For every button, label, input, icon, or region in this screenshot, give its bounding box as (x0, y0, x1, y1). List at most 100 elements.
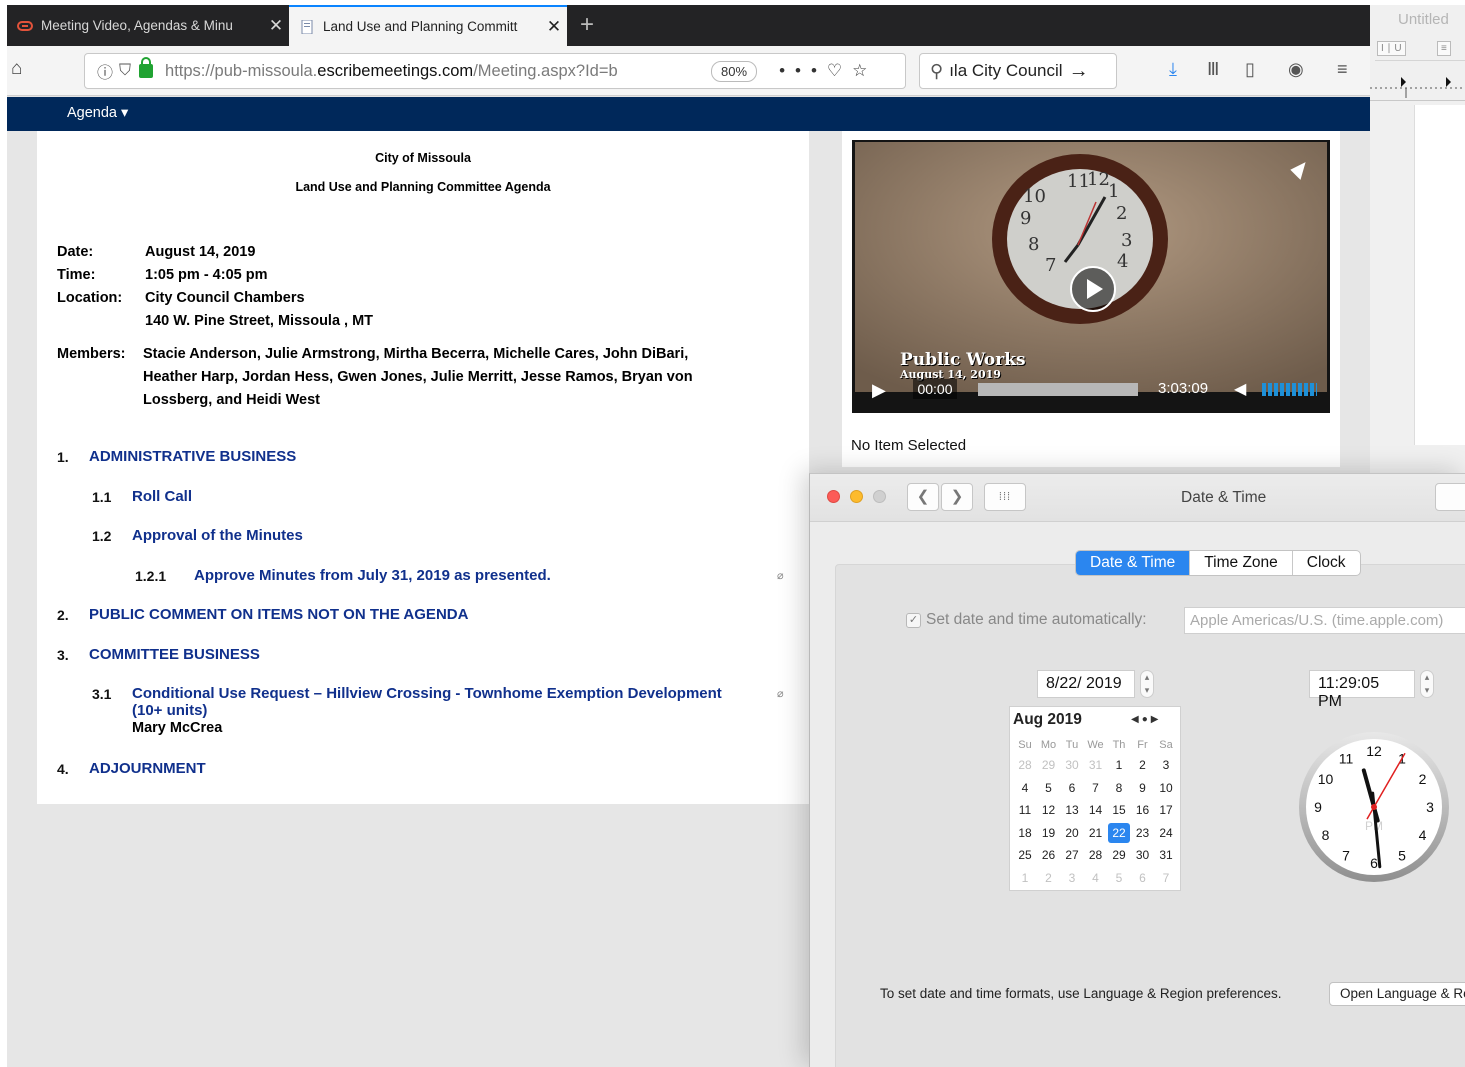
calendar-day[interactable]: 6 (1132, 868, 1154, 888)
forward-icon[interactable]: ❯ (941, 483, 973, 511)
date-field[interactable]: 8/22/ 2019 (1037, 670, 1135, 698)
calendar-day[interactable]: 28 (1085, 845, 1107, 865)
tab-date-time[interactable]: Date & Time (1076, 551, 1190, 575)
tab-land-use[interactable]: Land Use and Planning Committ ✕ (289, 5, 567, 46)
close-tab-icon[interactable]: ✕ (263, 16, 289, 36)
calendar[interactable]: Aug 2019 ◀●▶ Su Mo Tu We Th Fr Sa 28 29 30 31 1 2 3 4 5… (1009, 706, 1181, 891)
calendar-day[interactable]: 29 (1038, 755, 1060, 775)
calendar-day[interactable]: 30 (1061, 755, 1083, 775)
page-actions[interactable]: •••♡☆ (779, 61, 877, 81)
tab-time-zone[interactable]: Time Zone (1189, 551, 1292, 575)
calendar-day[interactable]: 30 (1132, 845, 1154, 865)
minimize-window-icon[interactable] (850, 490, 863, 503)
home-icon[interactable]: ⌂ (11, 58, 22, 80)
agenda-item-roll-call[interactable]: Roll Call (132, 488, 192, 505)
calendar-day[interactable]: 14 (1085, 800, 1107, 820)
download-icon[interactable]: ⤓ (1169, 59, 1177, 80)
calendar-day[interactable]: 1 (1108, 755, 1130, 775)
search-input[interactable]: ıla City Council (949, 61, 1062, 81)
play-icon[interactable]: ▶ (872, 380, 886, 401)
agenda-item-administrative-business[interactable]: ADMINISTRATIVE BUSINESS (89, 448, 296, 465)
account-icon[interactable]: ◉ (1288, 59, 1304, 80)
calendar-day[interactable]: 18 (1014, 823, 1036, 843)
close-window-icon[interactable] (827, 490, 840, 503)
tab-meeting-video[interactable]: Meeting Video, Agendas & Minu ✕ (7, 5, 289, 46)
sidebar-icon[interactable]: ▯ (1245, 59, 1255, 80)
video-progress-track[interactable] (978, 383, 1138, 396)
calendar-day[interactable]: 13 (1061, 800, 1083, 820)
calendar-day[interactable]: 8 (1108, 778, 1130, 798)
time-stepper-icon[interactable]: ▴ ▾ (1420, 670, 1434, 698)
attachment-icon[interactable]: ⌀ (777, 687, 784, 700)
calendar-day[interactable]: 11 (1014, 800, 1036, 820)
agenda-item-public-comment[interactable]: PUBLIC COMMENT ON ITEMS NOT ON THE AGEND… (89, 606, 468, 623)
agenda-item-committee-business[interactable]: COMMITTEE BUSINESS (89, 646, 260, 663)
calendar-day[interactable]: 3 (1061, 868, 1083, 888)
auto-set-checkbox[interactable]: ✓ (906, 612, 921, 628)
zoom-window-icon[interactable] (873, 490, 886, 503)
calendar-day[interactable]: 10 (1155, 778, 1177, 798)
calendar-day[interactable]: 1 (1014, 868, 1036, 888)
url-text[interactable]: https://pub-missoula.escribemeetings.com… (165, 62, 705, 81)
calendar-day[interactable]: 7 (1155, 868, 1177, 888)
calendar-day[interactable]: 26 (1038, 845, 1060, 865)
calendar-day[interactable]: 5 (1108, 868, 1130, 888)
search-bar[interactable]: ⚲ ıla City Council → (919, 53, 1117, 89)
calendar-day[interactable]: 28 (1014, 755, 1036, 775)
calendar-day[interactable]: 25 (1014, 845, 1036, 865)
calendar-day[interactable]: 6 (1061, 778, 1083, 798)
calendar-day[interactable]: 31 (1155, 845, 1177, 865)
show-all-grid-icon[interactable]: ⁞⁞⁞ (984, 483, 1026, 511)
library-icon[interactable]: Ⅲ (1207, 59, 1219, 80)
volume-slider[interactable] (1262, 383, 1317, 396)
zoom-badge[interactable]: 80% (711, 60, 758, 82)
calendar-day[interactable]: 4 (1014, 778, 1036, 798)
calendar-day[interactable]: 2 (1038, 868, 1060, 888)
calendar-day[interactable]: 2 (1132, 755, 1154, 775)
menu-icon[interactable]: ≡ (1337, 59, 1348, 80)
align-icon[interactable]: ≡ (1437, 41, 1451, 56)
open-language-button[interactable]: Open Language & Region... (1329, 982, 1465, 1006)
shield-icon[interactable]: ⛉ (119, 62, 131, 80)
calendar-day[interactable]: 4 (1085, 868, 1107, 888)
calendar-day[interactable]: 7 (1085, 778, 1107, 798)
volume-icon[interactable]: ◀ (1234, 379, 1246, 399)
calendar-day[interactable]: 3 (1155, 755, 1177, 775)
back-icon[interactable]: ❮ (907, 483, 939, 511)
agenda-item-conditional-use-cont[interactable]: (10+ units) (132, 702, 207, 719)
calendar-day[interactable]: 22 (1108, 822, 1130, 843)
calendar-day[interactable]: 19 (1038, 823, 1060, 843)
italic-icon[interactable]: I ∣ U (1377, 41, 1406, 56)
go-arrow-icon[interactable]: → (1069, 60, 1089, 83)
calendar-day[interactable]: 12 (1038, 800, 1060, 820)
calendar-day[interactable]: 20 (1061, 823, 1083, 843)
agenda-item-adjournment[interactable]: ADJOURNMENT (89, 760, 206, 777)
calendar-day[interactable]: 23 (1132, 823, 1154, 843)
new-tab-icon[interactable]: + (580, 11, 594, 39)
calendar-day[interactable]: 21 (1085, 823, 1107, 843)
calendar-day[interactable]: 9 (1132, 778, 1154, 798)
time-field[interactable]: 11:29:05 PM (1309, 670, 1415, 710)
calendar-day[interactable]: 24 (1155, 823, 1177, 843)
agenda-item-approve-minutes[interactable]: Approve Minutes from July 31, 2019 as pr… (194, 567, 551, 584)
close-tab-icon[interactable]: ✕ (541, 17, 567, 37)
date-stepper-icon[interactable]: ▴ ▾ (1140, 670, 1154, 698)
tab-clock[interactable]: Clock (1291, 551, 1360, 575)
calendar-day[interactable]: 17 (1155, 800, 1177, 820)
calendar-day[interactable]: 16 (1132, 800, 1154, 820)
time-server-field[interactable]: Apple Americas/U.S. (time.apple.com) (1184, 607, 1465, 634)
info-icon[interactable]: ⓘ (97, 59, 113, 83)
calendar-nav-icon[interactable]: ◀●▶ (1131, 714, 1161, 725)
url-bar[interactable]: ⓘ ⛉ https://pub-missoula.escribemeetings… (84, 53, 906, 89)
video-player[interactable]: 11 12 1 234 10 9 8 7 Public Works August 14, … (852, 140, 1330, 413)
attachment-icon[interactable]: ⌀ (777, 569, 784, 582)
calendar-day[interactable]: 5 (1038, 778, 1060, 798)
calendar-day[interactable]: 27 (1061, 845, 1083, 865)
agenda-item-approval-minutes[interactable]: Approval of the Minutes (132, 527, 303, 544)
document-page[interactable] (1414, 105, 1465, 445)
calendar-day[interactable]: 29 (1108, 845, 1130, 865)
agenda-item-conditional-use[interactable]: Conditional Use Request – Hillview Cross… (132, 685, 722, 702)
calendar-day[interactable]: 31 (1085, 755, 1107, 775)
search-field[interactable] (1435, 483, 1465, 511)
calendar-day[interactable]: 15 (1108, 800, 1130, 820)
